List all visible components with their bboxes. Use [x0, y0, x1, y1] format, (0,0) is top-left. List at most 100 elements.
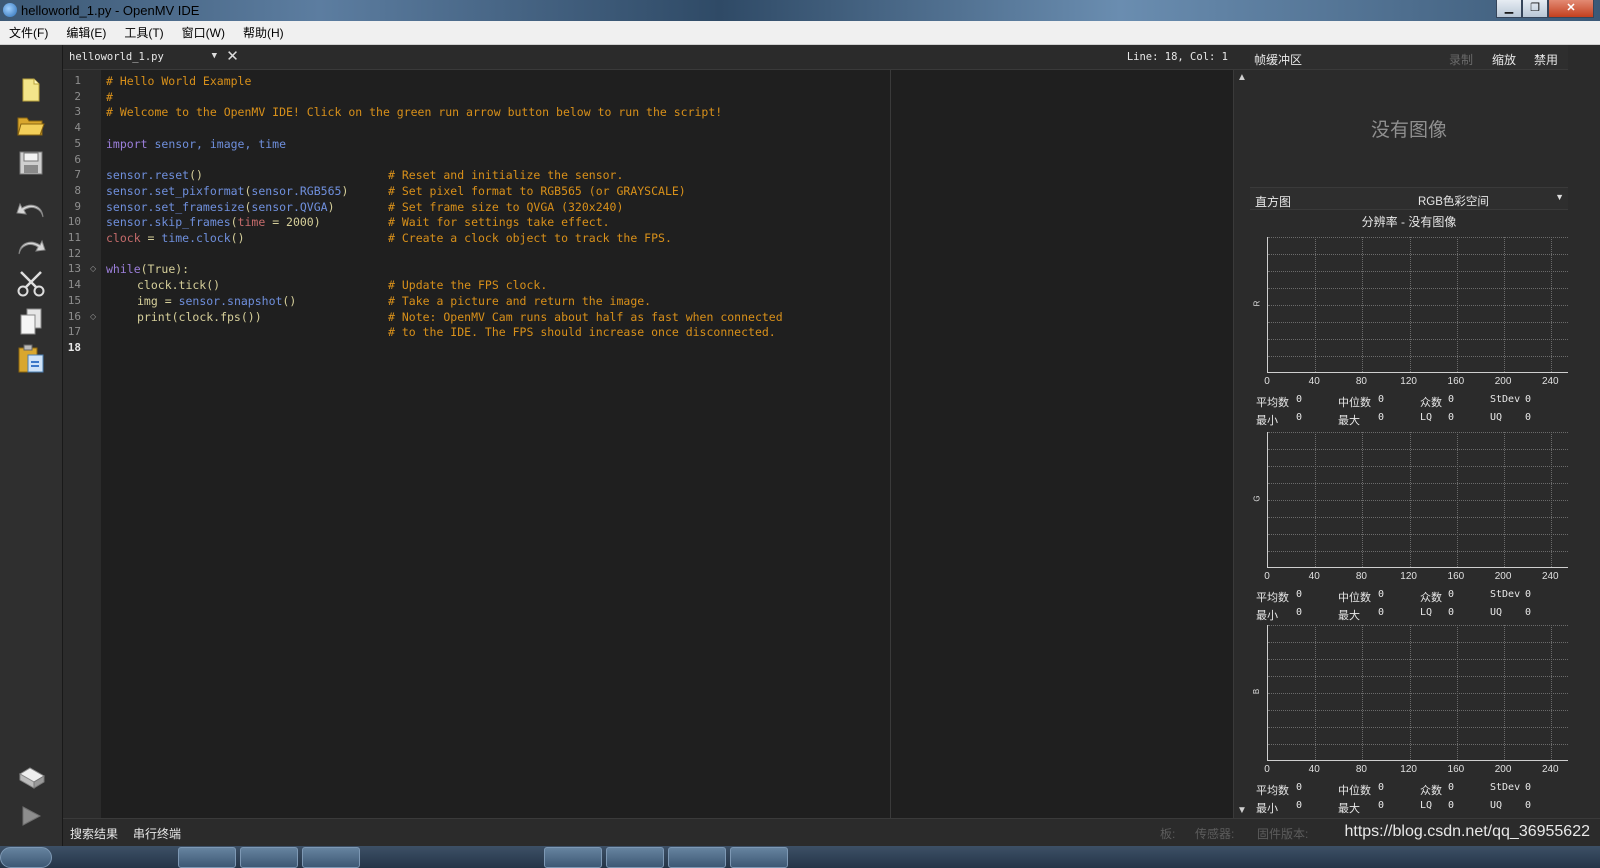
taskbar-item[interactable]	[240, 847, 298, 868]
grid-line	[1268, 449, 1568, 450]
stat-lq: 0	[1448, 412, 1455, 423]
zoom-button[interactable]: 缩放	[1492, 51, 1516, 68]
code-editor[interactable]: # Hello World Example # # Welcome to the…	[101, 70, 1233, 818]
disable-button[interactable]: 禁用	[1534, 51, 1558, 68]
line-number: 7	[74, 168, 81, 182]
serial-terminal-tab[interactable]: 串行终端	[133, 825, 181, 842]
axis-tick-label: 160	[1447, 764, 1465, 775]
code-comment: # Reset and initialize the sensor.	[388, 168, 624, 182]
grid-line	[1268, 305, 1568, 306]
undo-icon[interactable]	[14, 193, 48, 227]
code-comment: # Take a picture and return the image.	[388, 294, 652, 308]
stat-lq-label: LQ	[1420, 412, 1433, 423]
grid-line	[1268, 288, 1568, 289]
record-button[interactable]: 录制	[1449, 51, 1473, 68]
cut-icon[interactable]	[14, 267, 48, 301]
redo-icon[interactable]	[14, 230, 48, 264]
file-tab-selector[interactable]: helloworld_1.py ▼	[65, 48, 221, 67]
restore-button[interactable]: ❐	[1522, 0, 1548, 18]
line-number: 17	[67, 325, 81, 339]
stat-min: 0	[1296, 800, 1303, 811]
save-icon[interactable]	[14, 146, 48, 180]
stat-max-label: 最大	[1338, 803, 1360, 815]
line-number: 10	[67, 215, 81, 229]
fold-marker-icon[interactable]: ◇	[90, 264, 96, 273]
stat-uq-label: UQ	[1490, 800, 1503, 811]
minimize-button[interactable]: ▁	[1496, 0, 1522, 18]
close-tab-button[interactable]: ✕	[224, 49, 241, 66]
line-number-gutter: 1 2 3 4 5 6 7 8 9 10 11 12 13 14 15 16 17 18 ◇ ◇	[63, 70, 101, 818]
stat-stdev: 0	[1525, 782, 1532, 793]
grid-line	[1268, 483, 1568, 484]
taskbar-item[interactable]	[730, 847, 788, 868]
axis-tick-label: 0	[1264, 376, 1270, 387]
axis-tick-label: 120	[1400, 376, 1417, 387]
window-title-bar: helloworld_1.py - OpenMV IDE ▁ ❐ ✕	[0, 0, 1600, 21]
fold-marker-icon[interactable]: ◇	[90, 312, 96, 321]
taskbar-item[interactable]	[606, 847, 664, 868]
watermark: https://blog.csdn.net/qq_36955622	[1344, 823, 1590, 840]
grid-line	[1268, 432, 1568, 433]
line-number: 14	[67, 278, 81, 292]
editor-scrollbar[interactable]: ▲ ▼	[1233, 70, 1250, 818]
connect-icon[interactable]	[14, 762, 48, 796]
colorspace-select[interactable]: RGB色彩空间	[1418, 193, 1489, 209]
menu-help[interactable]: 帮助(H)	[234, 24, 293, 41]
code-line: #	[106, 90, 113, 104]
axis-tick-label: 120	[1400, 764, 1417, 775]
right-margin-line	[890, 70, 891, 818]
stat-mean: 0	[1296, 782, 1303, 793]
menu-file[interactable]: 文件(F)	[0, 24, 57, 41]
menu-tools[interactable]: 工具(T)	[115, 24, 172, 41]
chevron-down-icon[interactable]: ▼	[1555, 192, 1564, 202]
stat-max: 0	[1378, 412, 1385, 423]
axis-tick-label: 240	[1541, 571, 1559, 582]
run-icon[interactable]	[14, 799, 48, 833]
menu-window[interactable]: 窗口(W)	[173, 24, 234, 41]
grid-line	[1268, 271, 1568, 272]
line-number: 12	[67, 246, 81, 260]
axis-tick-label: 80	[1355, 571, 1367, 582]
axis-tick-label: 200	[1494, 571, 1512, 582]
search-results-tab[interactable]: 搜索结果	[70, 825, 118, 842]
grid-line	[1268, 659, 1568, 660]
stat-median: 0	[1378, 394, 1385, 405]
axis-tick-label: 200	[1494, 764, 1512, 775]
new-file-icon[interactable]	[14, 73, 48, 107]
open-folder-icon[interactable]	[14, 108, 48, 142]
paste-icon[interactable]	[14, 342, 48, 376]
copy-icon[interactable]	[14, 305, 48, 339]
stat-lq: 0	[1448, 800, 1455, 811]
stat-median-label: 中位数	[1338, 785, 1371, 797]
code-comment: # Create a clock object to track the FPS…	[388, 231, 672, 245]
axis-tick-label: 80	[1355, 764, 1367, 775]
line-number: 18	[67, 340, 81, 354]
taskbar-item[interactable]	[544, 847, 602, 868]
stat-median: 0	[1378, 782, 1385, 793]
stat-min: 0	[1296, 412, 1303, 423]
stat-min-label: 最小	[1256, 415, 1278, 427]
axis-tick-label: 160	[1447, 376, 1465, 387]
line-number: 3	[74, 105, 81, 119]
axis-tick-label: 240	[1541, 764, 1559, 775]
left-toolbar	[0, 45, 63, 846]
stat-max: 0	[1378, 607, 1385, 618]
taskbar-item[interactable]	[668, 847, 726, 868]
taskbar-item[interactable]	[302, 847, 360, 868]
taskbar-item[interactable]	[178, 847, 236, 868]
line-number: 13	[67, 262, 81, 276]
start-button[interactable]	[0, 847, 52, 868]
histogram-g: G 0 40 80 120 160 200 240 平均数 0 中位数 0 众数 0 StDev 0 最小 0 最大…	[1250, 432, 1568, 627]
menu-edit[interactable]: 编辑(E)	[57, 24, 115, 41]
axis-tick-label: 160	[1447, 571, 1465, 582]
close-button[interactable]: ✕	[1548, 0, 1594, 18]
line-number: 9	[74, 199, 81, 213]
code-line: # Welcome to the OpenMV IDE! Click on th…	[106, 105, 723, 119]
board-label: 板:	[1160, 827, 1176, 841]
grid-line	[1268, 322, 1568, 323]
histogram-title: 直方图	[1255, 195, 1292, 209]
scroll-up-icon[interactable]: ▲	[1237, 72, 1247, 83]
stat-stdev-label: StDev	[1490, 394, 1521, 405]
scroll-down-icon[interactable]: ▼	[1237, 805, 1247, 816]
axis-tick-label: 240	[1541, 376, 1559, 387]
